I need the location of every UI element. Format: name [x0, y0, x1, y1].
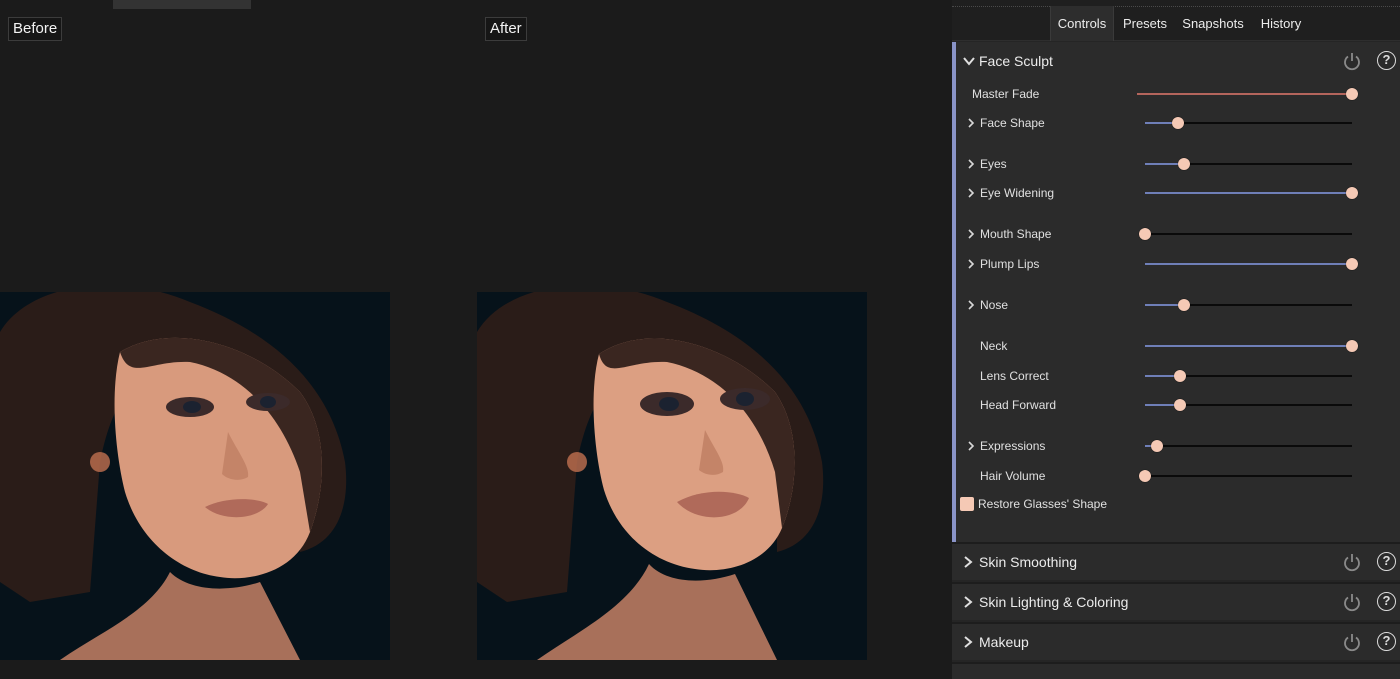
- controls-panel: Controls Presets Snapshots History Face …: [952, 0, 1400, 679]
- section-title: Makeup: [979, 634, 1029, 650]
- help-icon[interactable]: ?: [1377, 592, 1396, 611]
- help-icon[interactable]: ?: [1377, 51, 1396, 70]
- chevron-right-icon[interactable]: [966, 440, 976, 452]
- slider-neck[interactable]: [1145, 340, 1358, 352]
- tab-snapshots[interactable]: Snapshots: [1180, 6, 1246, 41]
- chevron-right-icon[interactable]: [966, 158, 976, 170]
- slider-fill: [1145, 345, 1352, 347]
- slider-knob[interactable]: [1174, 399, 1187, 411]
- slider-eyes[interactable]: [1145, 158, 1352, 170]
- chevron-right-icon[interactable]: [966, 187, 976, 199]
- section-skin-smoothing[interactable]: Skin Smoothing?: [952, 542, 1400, 580]
- control-row-plump-lips: Plump Lips: [952, 253, 1400, 275]
- slider-fill: [1145, 192, 1352, 194]
- tab-controls[interactable]: Controls: [1050, 6, 1114, 41]
- slider-knob[interactable]: [1346, 187, 1358, 199]
- control-label: Head Forward: [980, 398, 1057, 412]
- next-section-stub: [952, 662, 1400, 679]
- section-title: Skin Smoothing: [979, 554, 1078, 570]
- face-sculpt-title: Face Sculpt: [979, 53, 1053, 69]
- slider-knob[interactable]: [1178, 158, 1191, 170]
- control-label: Nose: [980, 298, 1009, 312]
- slider-knob[interactable]: [1178, 299, 1191, 311]
- power-icon[interactable]: [1342, 592, 1362, 612]
- after-photo: [477, 292, 867, 660]
- tab-bar-divider: [952, 6, 1400, 7]
- control-label: Face Shape: [980, 116, 1045, 130]
- slider-hair-volume[interactable]: [1139, 470, 1352, 482]
- slider-fill: [1145, 263, 1352, 265]
- tab-bar: Controls Presets Snapshots History: [952, 0, 1400, 41]
- after-label: After: [485, 17, 527, 41]
- chevron-right-icon: [964, 636, 973, 648]
- control-row-master-fade: Master Fade: [952, 83, 1400, 105]
- slider-knob[interactable]: [1151, 440, 1164, 452]
- slider-mouth-shape[interactable]: [1139, 228, 1352, 240]
- tab-history[interactable]: History: [1256, 6, 1306, 41]
- control-label: Plump Lips: [980, 257, 1040, 271]
- slider-knob[interactable]: [1174, 370, 1187, 382]
- slider-eye-widening[interactable]: [1145, 187, 1358, 199]
- control-row-nose: Nose: [952, 294, 1400, 316]
- app-window: Before After Controls Presets Snapshots …: [0, 0, 1400, 679]
- control-row-eye-widening: Eye Widening: [952, 182, 1400, 204]
- slider-master-fade[interactable]: [1137, 88, 1358, 100]
- control-row-face-shape: Face Shape: [952, 112, 1400, 134]
- chevron-right-icon: [964, 556, 973, 568]
- slider-knob[interactable]: [1172, 117, 1185, 129]
- section-skin-lighting-coloring[interactable]: Skin Lighting & Coloring?: [952, 582, 1400, 620]
- control-label: Eyes: [980, 157, 1007, 171]
- power-icon[interactable]: [1342, 552, 1362, 572]
- slider-plump-lips[interactable]: [1145, 258, 1358, 270]
- control-row-head-forward: Head Forward: [952, 394, 1400, 416]
- slider-nose[interactable]: [1145, 299, 1352, 311]
- control-label: Mouth Shape: [980, 227, 1052, 241]
- restore-glasses-checkbox[interactable]: [960, 497, 974, 511]
- image-viewer: Before After: [0, 0, 952, 679]
- chevron-down-icon: [963, 57, 975, 66]
- control-row-neck: Neck: [952, 335, 1400, 357]
- slider-expressions[interactable]: [1145, 440, 1352, 452]
- before-label: Before: [8, 17, 63, 41]
- control-label: Neck: [980, 339, 1008, 353]
- section-title: Skin Lighting & Coloring: [979, 594, 1129, 610]
- power-icon[interactable]: [1342, 632, 1362, 652]
- chevron-right-icon[interactable]: [966, 228, 976, 240]
- power-icon[interactable]: [1342, 51, 1362, 71]
- slider-knob[interactable]: [1139, 470, 1151, 482]
- slider-fill: [1137, 93, 1352, 95]
- slider-knob[interactable]: [1139, 228, 1151, 240]
- control-row-lens-correct: Lens Correct: [952, 365, 1400, 387]
- chevron-right-icon[interactable]: [966, 117, 976, 129]
- control-label: Expressions: [980, 439, 1046, 453]
- chevron-right-icon: [964, 596, 973, 608]
- control-label: Hair Volume: [980, 469, 1046, 483]
- chevron-right-icon[interactable]: [966, 299, 976, 311]
- slider-lens-correct[interactable]: [1145, 370, 1352, 382]
- control-row-expressions: Expressions: [952, 435, 1400, 457]
- control-row-hair-volume: Hair Volume: [952, 465, 1400, 487]
- help-icon[interactable]: ?: [1377, 632, 1396, 651]
- tab-presets[interactable]: Presets: [1120, 6, 1170, 41]
- control-label: Master Fade: [972, 87, 1040, 101]
- before-photo: [0, 292, 390, 660]
- slider-face-shape[interactable]: [1145, 117, 1352, 129]
- slider-knob[interactable]: [1346, 88, 1358, 100]
- help-icon[interactable]: ?: [1377, 552, 1396, 571]
- viewer-toolbar-stub: [113, 0, 251, 9]
- control-label: Eye Widening: [980, 186, 1055, 200]
- slider-knob[interactable]: [1346, 340, 1358, 352]
- slider-head-forward[interactable]: [1145, 399, 1352, 411]
- restore-glasses-label: Restore Glasses' Shape: [978, 497, 1108, 511]
- chevron-right-icon[interactable]: [966, 258, 976, 270]
- section-makeup[interactable]: Makeup?: [952, 622, 1400, 660]
- control-row-eyes: Eyes: [952, 153, 1400, 175]
- face-sculpt-header[interactable]: Face Sculpt ?: [952, 42, 1400, 80]
- control-label: Lens Correct: [980, 369, 1049, 383]
- slider-knob[interactable]: [1346, 258, 1358, 270]
- control-row-mouth-shape: Mouth Shape: [952, 223, 1400, 245]
